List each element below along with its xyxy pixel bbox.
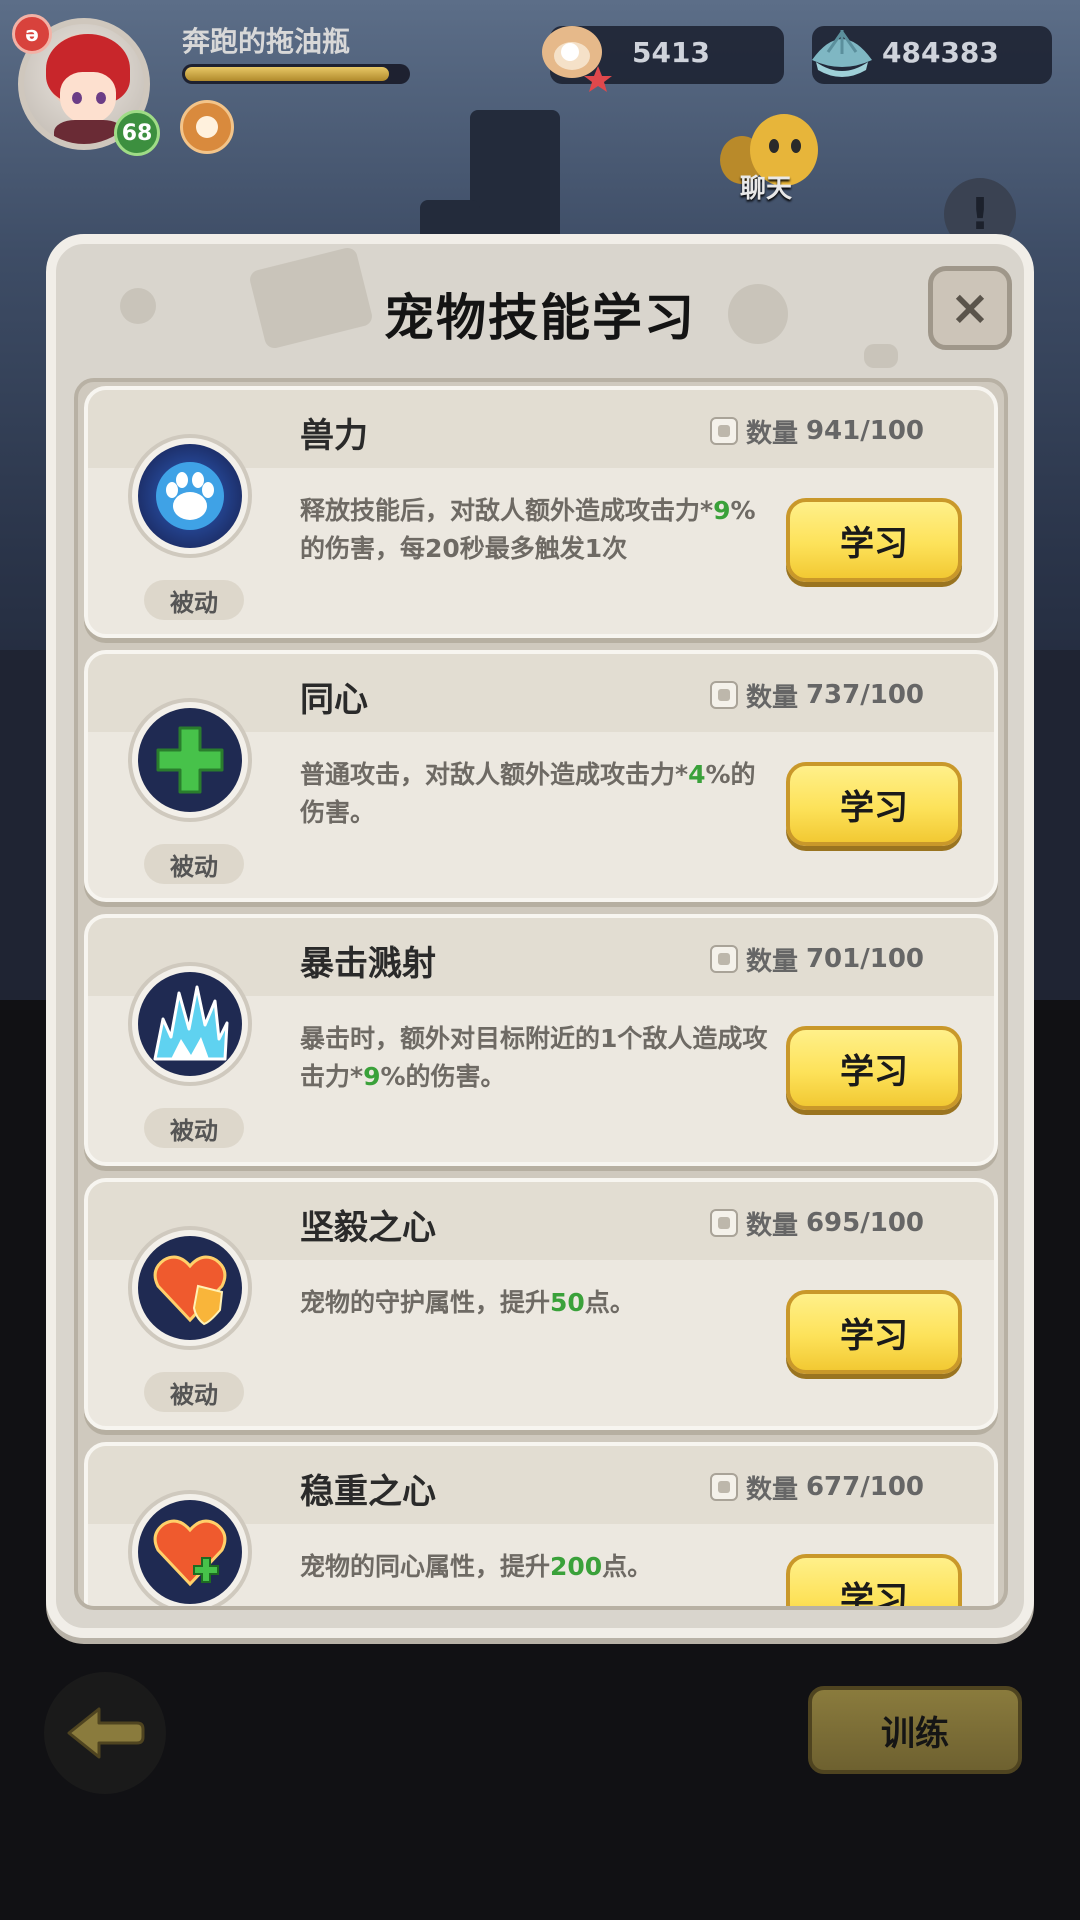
skill-type-tag: 被动 xyxy=(144,1108,244,1148)
exp-bar xyxy=(182,64,410,84)
learn-button[interactable]: 学习 xyxy=(786,1026,962,1110)
chat-label: 聊天 xyxy=(740,174,793,204)
dialog-title: 宠物技能学习 xyxy=(384,289,696,347)
learn-button[interactable]: 学习 xyxy=(786,498,962,582)
skill-card: 被动 暴击溅射 数量 701/100 暴击时，额外对目标附近的1个敌人造成攻击力… xyxy=(84,914,998,1166)
close-icon: × xyxy=(949,280,991,336)
pearl-icon xyxy=(542,26,612,92)
pet-skill-dialog: 宠物技能学习 × 被动 兽力 数量 941/100 释放技能后，对敌人额外造成攻… xyxy=(46,234,1034,1638)
learn-button[interactable]: 学习 xyxy=(786,1554,962,1606)
skill-card: 被动 稳重之心 数量 677/100 宠物的同心属性，提升200点。 学习 xyxy=(84,1442,998,1606)
fragment-count: 数量 737/100 xyxy=(709,678,924,713)
player-level-badge: 68 xyxy=(114,110,160,156)
shell-count: 484383 xyxy=(882,36,999,69)
fragment-icon xyxy=(709,681,738,709)
skill-name: 坚毅之心 xyxy=(300,1208,436,1248)
back-arrow-icon xyxy=(67,1707,145,1759)
close-button[interactable]: × xyxy=(928,266,1012,350)
blue-burst-icon xyxy=(153,985,229,1061)
skill-icon-frame xyxy=(128,962,252,1086)
skill-name: 兽力 xyxy=(300,416,368,456)
skill-card: 被动 兽力 数量 941/100 释放技能后，对敌人额外造成攻击力*9%的伤害，… xyxy=(84,386,998,638)
skill-icon-frame xyxy=(128,1490,252,1606)
pearl-count: 5413 xyxy=(632,36,710,69)
skill-list[interactable]: 被动 兽力 数量 941/100 释放技能后，对敌人额外造成攻击力*9%的伤害，… xyxy=(74,378,1008,1610)
train-button[interactable]: 训练 xyxy=(808,1686,1022,1774)
paw-icon xyxy=(156,462,224,530)
fragment-count: 数量 701/100 xyxy=(709,942,924,977)
fragment-count: 数量 677/100 xyxy=(709,1470,924,1505)
skill-description: 普通攻击，对敌人额外造成攻击力*4%的伤害。 xyxy=(300,760,756,827)
skill-icon-frame xyxy=(128,1226,252,1350)
guild-icon[interactable] xyxy=(180,100,234,154)
back-button[interactable] xyxy=(44,1672,166,1794)
skill-name: 稳重之心 xyxy=(300,1472,436,1512)
skill-name: 暴击溅射 xyxy=(300,944,436,984)
skill-name: 同心 xyxy=(300,680,368,720)
fragment-count: 数量 695/100 xyxy=(709,1206,924,1241)
learn-button[interactable]: 学习 xyxy=(786,762,962,846)
skill-card: 被动 坚毅之心 数量 695/100 宠物的守护属性，提升50点。 学习 xyxy=(84,1178,998,1430)
green-cross-icon xyxy=(156,726,224,794)
player-name: 奔跑的拖油瓶 xyxy=(182,25,351,58)
skill-type-tag: 被动 xyxy=(144,1372,244,1412)
exp-bar-fill xyxy=(185,67,390,81)
learn-button[interactable]: 学习 xyxy=(786,1290,962,1374)
skill-icon-frame xyxy=(128,698,252,822)
fragment-count: 数量 941/100 xyxy=(709,414,924,449)
heart-shield-icon xyxy=(153,1255,227,1326)
skill-type-tag: 被动 xyxy=(144,580,244,620)
heart-plus-icon xyxy=(153,1519,227,1587)
fragment-icon xyxy=(709,945,738,973)
skill-type-tag: 被动 xyxy=(144,844,244,884)
fragment-icon xyxy=(709,417,738,445)
skill-description: 宠物的守护属性，提升50点。 xyxy=(300,1288,635,1317)
skill-icon-frame xyxy=(128,434,252,558)
skill-card: 被动 同心 数量 737/100 普通攻击，对敌人额外造成攻击力*4%的伤害。 … xyxy=(84,650,998,902)
skill-description: 暴击时，额外对目标附近的1个敌人造成攻击力*9%的伤害。 xyxy=(300,1024,768,1091)
skill-description: 宠物的同心属性，提升200点。 xyxy=(300,1552,653,1581)
exclamation-icon: ! xyxy=(969,188,991,240)
shell-icon xyxy=(812,30,872,77)
vip-badge: ə xyxy=(12,14,52,54)
skill-description: 释放技能后，对敌人额外造成攻击力*9%的伤害，每20秒最多触发1次 xyxy=(300,496,756,563)
fragment-icon xyxy=(709,1473,738,1501)
fragment-icon xyxy=(709,1209,738,1237)
